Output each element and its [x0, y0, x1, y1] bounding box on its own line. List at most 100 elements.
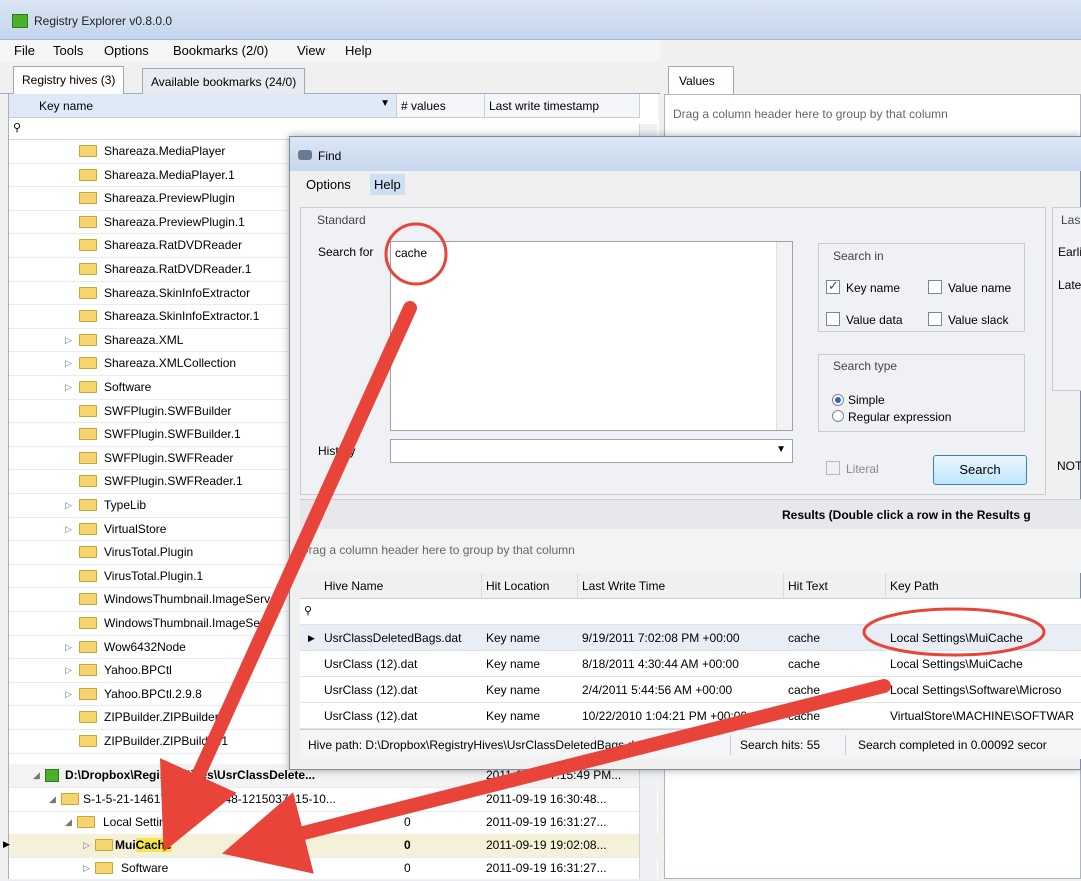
row-pointer-icon: ▶	[308, 633, 315, 643]
sid-ts: 2011-09-19 16:30:48...	[486, 792, 607, 806]
search-input[interactable]: cache	[390, 241, 793, 431]
tab-values[interactable]: Values	[668, 66, 734, 94]
col-hive-name[interactable]: Hive Name	[300, 573, 482, 599]
tab-available-bookmarks[interactable]: Available bookmarks (24/0)	[142, 68, 306, 95]
expand-icon[interactable]: ▷	[65, 335, 72, 346]
tree-row-label: Wow6432Node	[104, 639, 186, 654]
result-cell-hit: Key name	[486, 709, 541, 723]
folder-icon	[79, 546, 97, 559]
tree-row-label: Shareaza.MediaPlayer.1	[104, 167, 235, 182]
col-key-name[interactable]: Key name ▼	[9, 94, 397, 118]
expand-icon[interactable]: ▷	[65, 665, 72, 676]
folder-icon	[95, 862, 113, 874]
result-cell-text: cache	[788, 709, 821, 723]
result-cell-lwt: 2/4/2011 5:44:56 AM +00:00	[582, 683, 733, 697]
collapse-icon[interactable]: ◢	[33, 770, 40, 781]
expand-icon[interactable]: ▷	[83, 863, 90, 874]
result-cell-path: Local Settings\Software\Microso	[890, 683, 1062, 697]
result-row[interactable]: ▶ UsrClassDeletedBags.dat Key name 9/19/201…	[300, 625, 1081, 651]
expand-icon[interactable]: ▷	[65, 642, 72, 653]
col-hit-location[interactable]: Hit Location	[482, 573, 578, 599]
expand-icon[interactable]: ▷	[65, 358, 72, 369]
software-row[interactable]: ▷ Software 0 2011-09-19 16:31:27...	[9, 857, 659, 881]
tree-row-label: WindowsThumbnail.ImageServ	[104, 592, 271, 607]
literal-checkbox[interactable]	[826, 461, 840, 475]
folder-icon	[79, 735, 97, 747]
folder-icon	[77, 816, 95, 828]
status-hits: Search hits: 55	[740, 738, 821, 752]
last-write-label: Las	[1058, 213, 1081, 227]
menu-options[interactable]: Options	[104, 43, 149, 58]
find-menu-options[interactable]: Options	[306, 177, 351, 192]
search-input-scrollbar[interactable]	[776, 242, 792, 430]
tree-row-label: SWFPlugin.SWFReader.1	[104, 474, 243, 489]
result-row[interactable]: UsrClass (12).dat Key name 2/4/2011 5:44:5…	[300, 677, 1081, 703]
col-key-path[interactable]: Key Path	[886, 573, 1081, 599]
result-cell-path: VirtualStore\MACHINE\SOFTWAR	[890, 709, 1075, 723]
result-cell-path: Local Settings\MuiCache	[890, 657, 1023, 671]
value-name-checkbox[interactable]	[928, 280, 942, 294]
value-name-label: Value name	[948, 281, 1012, 295]
find-menu-help[interactable]: Help	[370, 174, 405, 195]
value-slack-checkbox[interactable]	[928, 312, 942, 326]
result-row[interactable]: UsrClass (12).dat Key name 10/22/2010 1:04…	[300, 703, 1081, 729]
result-cell-text: cache	[788, 683, 821, 697]
result-cell-path: Local Settings\MuiCache	[890, 631, 1023, 645]
col-hit-text[interactable]: Hit Text	[784, 573, 886, 599]
sid-name: S-1-5-21-1461751-63468248-1215037915-10.…	[83, 792, 336, 806]
folder-icon	[79, 239, 97, 252]
value-data-checkbox[interactable]	[826, 312, 840, 326]
expand-icon[interactable]: ▷	[65, 382, 72, 393]
menu-help[interactable]: Help	[345, 43, 372, 58]
search-button[interactable]: Search	[933, 455, 1027, 485]
result-cell-text: cache	[788, 631, 821, 645]
results-group-area: Drag a column header here to group by th…	[300, 529, 1081, 573]
expand-icon[interactable]: ▷	[83, 840, 90, 851]
result-cell-hit: Key name	[486, 683, 541, 697]
muicache-prefix: Mui	[115, 838, 136, 852]
folder-icon	[79, 404, 97, 417]
search-in-label: Search in	[830, 249, 887, 263]
status-time: Search completed in 0.00092 secor	[858, 738, 1047, 752]
expand-icon[interactable]: ▷	[65, 524, 72, 535]
menu-bookmarks[interactable]: Bookmarks (2/0)	[173, 43, 268, 58]
expand-icon[interactable]: ▷	[65, 689, 72, 700]
tree-row-label: VirusTotal.Plugin	[104, 545, 194, 560]
local-settings-name: Local Settings	[103, 815, 179, 829]
col-last-write-time[interactable]: Last Write Time	[578, 573, 784, 599]
folder-icon	[79, 381, 97, 393]
results-filter-row[interactable]: ⚲	[300, 599, 1081, 625]
result-cell-hit: Key name	[486, 657, 541, 671]
tree-row-label: VirusTotal.Plugin.1	[104, 568, 204, 583]
local-settings-row[interactable]: ◢ Local Settings 0 2011-09-19 16:31:27..…	[9, 811, 659, 835]
collapse-icon[interactable]: ◢	[49, 794, 56, 805]
local-settings-count: 0	[404, 815, 411, 829]
muicache-row[interactable]: ▶ ▷ MuiCache 0 2011-09-19 19:02:08...	[3, 834, 659, 858]
menu-file[interactable]: File	[14, 43, 35, 58]
tree-row-label: ZIPBuilder.ZIPBuilder	[104, 710, 219, 725]
results-header: Results (Double click a row in the Resul…	[300, 499, 1081, 529]
tree-row-label: Shareaza.RatDVDReader	[104, 238, 243, 253]
key-name-checkbox[interactable]	[826, 278, 840, 294]
menu-tools[interactable]: Tools	[53, 43, 83, 58]
folder-icon	[61, 793, 79, 805]
folder-icon	[79, 617, 97, 629]
col-timestamp[interactable]: Last write timestamp	[485, 94, 640, 118]
tree-row-label: ZIPBuilder.ZIPBuilder.1	[104, 734, 229, 748]
folder-icon	[79, 192, 97, 205]
folder-icon	[79, 593, 97, 606]
simple-radio[interactable]	[832, 394, 844, 406]
sid-row[interactable]: ◢ S-1-5-21-1461751-63468248-1215037915-1…	[9, 788, 659, 812]
menu-view[interactable]: View	[297, 43, 325, 58]
col-values[interactable]: # values	[397, 94, 485, 118]
menu-bar: File Tools Options Bookmarks (2/0) View …	[0, 40, 660, 62]
expand-icon[interactable]: ▷	[65, 500, 72, 511]
software-count: 0	[404, 861, 411, 875]
tab-registry-hives[interactable]: Registry hives (3)	[13, 66, 125, 95]
history-dropdown[interactable]: ▼	[390, 439, 793, 463]
result-row[interactable]: UsrClass (12).dat Key name 8/18/2011 4:30:…	[300, 651, 1081, 677]
regex-radio[interactable]	[832, 410, 844, 422]
collapse-icon[interactable]: ◢	[65, 817, 72, 828]
filter-icon[interactable]: ▼	[380, 98, 390, 109]
note-label: NOT	[1057, 459, 1081, 473]
